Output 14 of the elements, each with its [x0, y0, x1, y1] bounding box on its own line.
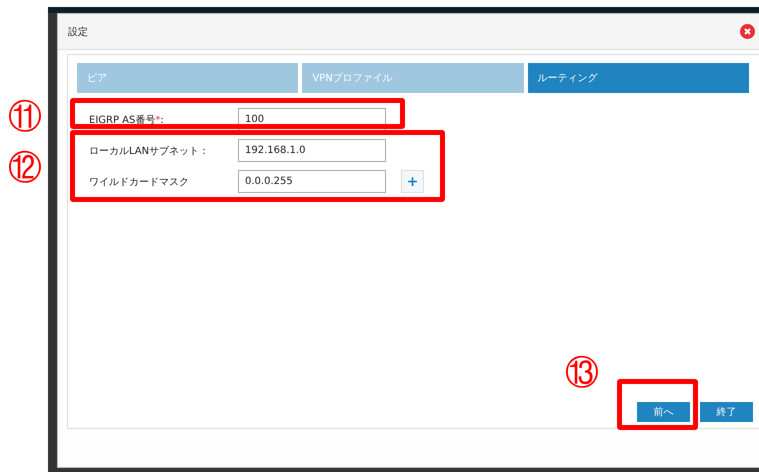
dialog-title: 設定 — [68, 26, 88, 38]
dialog-button[interactable]: 前へ — [637, 402, 690, 422]
annotation-number: ⑪ — [8, 100, 42, 134]
input-field[interactable]: 192.168.1.0 — [238, 139, 386, 162]
annotation-number: ⑬ — [565, 356, 599, 390]
annotation-number: ⑫ — [8, 151, 42, 185]
dialog-button[interactable]: 終了 — [700, 402, 753, 422]
field-label: EIGRP AS番号*: — [89, 114, 165, 126]
tab[interactable]: ルーティング — [528, 63, 749, 93]
input-field[interactable]: 0.0.0.255 — [238, 170, 386, 193]
close-icon[interactable] — [740, 24, 755, 39]
add-button[interactable]: + — [401, 170, 424, 193]
field-label: ワイルドカードマスク — [89, 176, 190, 188]
field-label: ローカルLANサブネット : — [89, 144, 207, 158]
